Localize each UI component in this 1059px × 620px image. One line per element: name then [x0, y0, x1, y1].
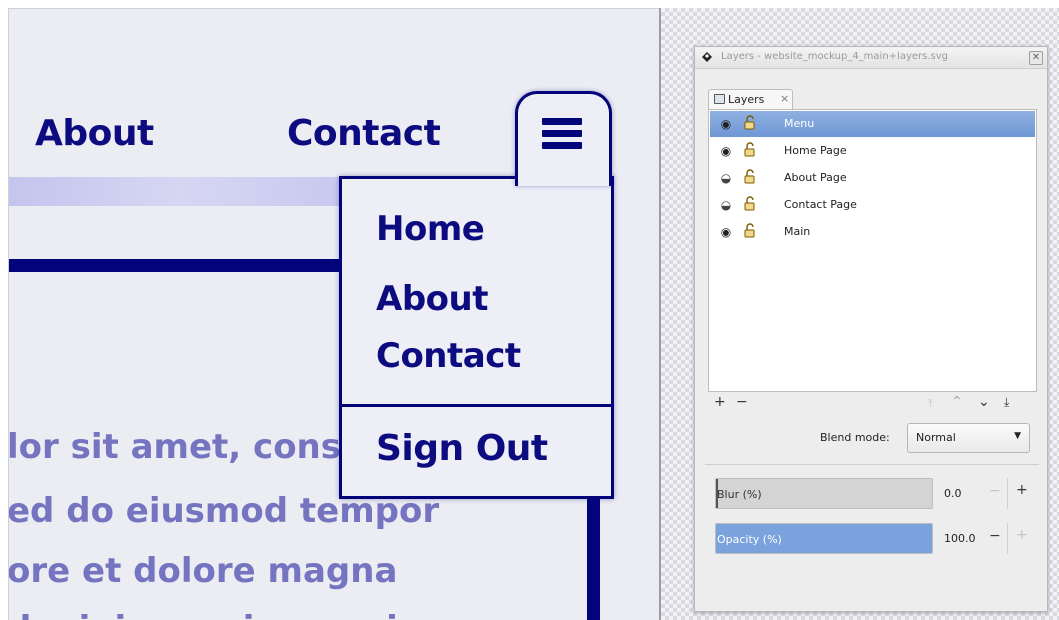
divider	[705, 464, 1039, 465]
eye-closed-icon[interactable]: ◒	[718, 198, 734, 212]
unlocked-icon[interactable]	[743, 142, 757, 158]
dialog-titlebar[interactable]: Layers - website_mockup_4_main+layers.sv…	[695, 47, 1047, 69]
layer-name: Main	[784, 225, 811, 238]
design-canvas[interactable]: About Contact lor sit amet, consectetur …	[8, 8, 659, 620]
inkscape-icon	[702, 52, 712, 62]
layers-icon	[714, 94, 725, 104]
lorem-line: ore et dolore magna	[8, 551, 398, 591]
tab-layers[interactable]: Layers ×	[708, 89, 793, 109]
spin-separator	[1007, 478, 1008, 509]
raise-to-top-button[interactable]: ⤒	[928, 396, 933, 412]
unlocked-icon[interactable]	[743, 169, 757, 185]
dropdown-divider	[342, 404, 611, 407]
layer-row-main[interactable]: ◉ Main	[710, 219, 1035, 245]
layer-row-about-page[interactable]: ◒ About Page	[710, 165, 1035, 191]
tab-close-icon[interactable]: ×	[780, 92, 789, 105]
dropdown-menu: Home About Contact Sign Out	[339, 176, 614, 499]
opacity-decrement-button[interactable]: −	[989, 528, 1001, 544]
layer-row-home-page[interactable]: ◉ Home Page	[710, 138, 1035, 164]
tab-label: Layers	[728, 93, 765, 106]
dropdown-item-sign-out: Sign Out	[376, 428, 548, 469]
nav-contact-link: Contact	[287, 113, 441, 154]
dialog-title: Layers - website_mockup_4_main+layers.sv…	[721, 51, 949, 62]
opacity-label: Opacity (%)	[717, 533, 782, 546]
raise-layer-button[interactable]: ⌃	[951, 394, 963, 410]
blur-decrement-button[interactable]: −	[989, 483, 1001, 499]
eye-open-icon[interactable]: ◉	[718, 144, 734, 158]
layer-name: Menu	[784, 117, 815, 130]
dropdown-joint	[518, 173, 609, 183]
close-button[interactable]: ✕	[1029, 51, 1043, 65]
spin-separator	[1007, 523, 1008, 554]
unlocked-icon[interactable]	[743, 115, 757, 131]
opacity-slider[interactable]: Opacity (%)	[715, 523, 933, 554]
opacity-control: Opacity (%) 100.0 − +	[715, 523, 1037, 555]
layer-name: About Page	[784, 171, 847, 184]
blur-label: Blur (%)	[717, 488, 762, 501]
add-layer-button[interactable]: +	[714, 394, 726, 410]
layers-toolbar: + − ⤒ ⌃ ⌄ ⤓	[708, 392, 1037, 414]
blend-mode-label: Blend mode:	[820, 431, 890, 444]
blur-control: Blur (%) 0.0 − +	[715, 478, 1037, 510]
eye-closed-icon[interactable]: ◒	[718, 171, 734, 185]
content-vertical-bar	[587, 497, 600, 620]
nav-about-link: About	[35, 113, 154, 154]
hamburger-tab	[515, 91, 612, 186]
opacity-value[interactable]: 100.0	[944, 532, 976, 545]
blur-slider[interactable]: Blur (%)	[715, 478, 933, 509]
blur-value[interactable]: 0.0	[944, 487, 962, 500]
lorem-line: d minim veniam, quis	[9, 609, 418, 620]
dropdown-item-contact: Contact	[376, 336, 521, 376]
hamburger-icon	[542, 118, 582, 152]
layer-row-contact-page[interactable]: ◒ Contact Page	[710, 192, 1035, 218]
eye-open-icon[interactable]: ◉	[718, 117, 734, 131]
layer-name: Home Page	[784, 144, 847, 157]
opacity-increment-button[interactable]: +	[1016, 527, 1028, 543]
dropdown-item-about: About	[376, 279, 488, 319]
layer-row-menu[interactable]: ◉ Menu	[710, 111, 1035, 137]
layer-name: Contact Page	[784, 198, 857, 211]
unlocked-icon[interactable]	[743, 223, 757, 239]
blur-increment-button[interactable]: +	[1016, 482, 1028, 498]
dropdown-item-home: Home	[376, 209, 485, 249]
blend-mode-value: Normal	[916, 431, 956, 444]
chevron-down-icon: ▼	[1014, 431, 1021, 441]
layers-dialog: Layers - website_mockup_4_main+layers.sv…	[694, 46, 1048, 612]
eye-open-icon[interactable]: ◉	[718, 225, 734, 239]
lower-to-bottom-button[interactable]: ⤓	[1004, 394, 1009, 410]
header-dark-bar	[9, 259, 349, 272]
unlocked-icon[interactable]	[743, 196, 757, 212]
layers-list[interactable]: ◉ Menu ◉ Home Page ◒ About Page ◒ Contac…	[708, 109, 1037, 392]
remove-layer-button[interactable]: −	[736, 394, 748, 410]
blend-mode-select[interactable]: Normal ▼	[907, 423, 1030, 453]
header-light-bar	[9, 177, 349, 206]
lower-layer-button[interactable]: ⌄	[978, 394, 990, 410]
